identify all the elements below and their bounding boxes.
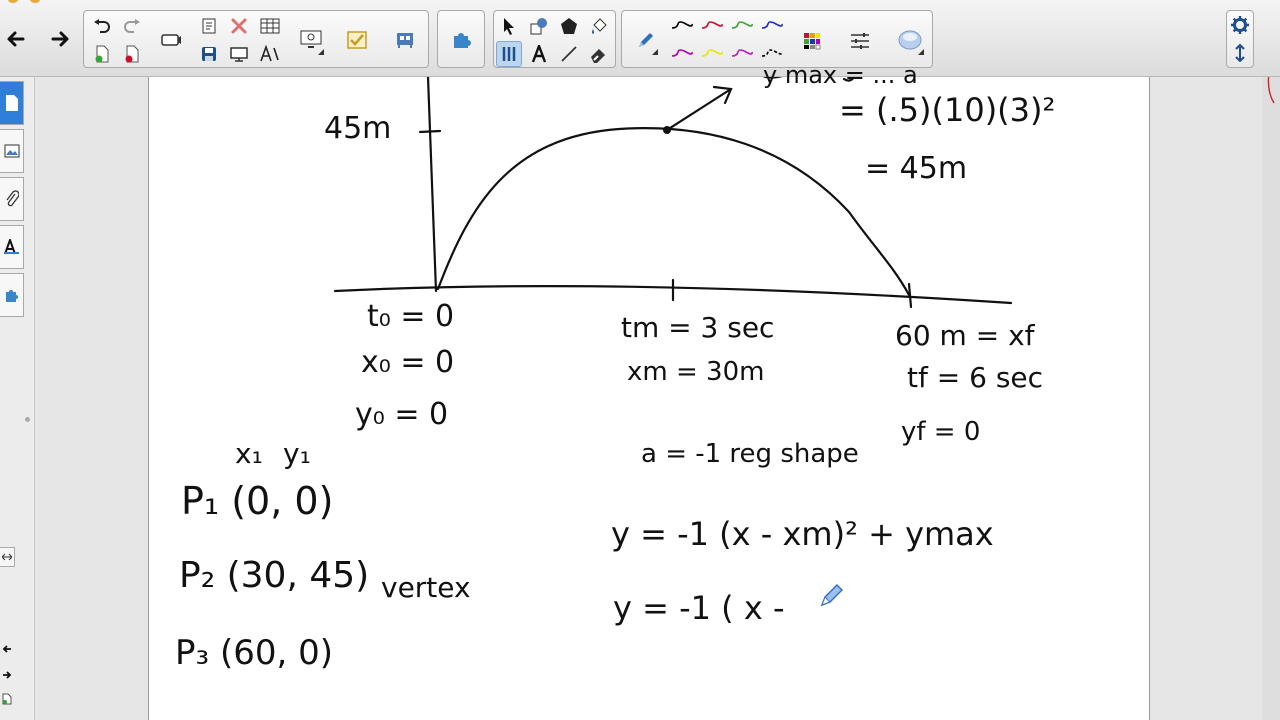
line-tool-icon[interactable]: [556, 41, 582, 67]
new-page-icon[interactable]: [90, 42, 114, 66]
label-tf: tf = 6 sec: [907, 361, 1044, 394]
pens-toolbar-group: [621, 10, 933, 68]
attachments-tab[interactable]: [0, 177, 24, 221]
pen-color-yellow-icon[interactable]: [698, 43, 726, 65]
text-tool-icon[interactable]: [526, 41, 552, 67]
highlighter-icon[interactable]: [632, 23, 660, 57]
move-toolbar-icon[interactable]: [1229, 41, 1251, 65]
edit-toolbar-group: [83, 10, 429, 68]
handwriting-recognition-icon[interactable]: [256, 42, 284, 66]
pen-color-blue-icon[interactable]: [758, 15, 786, 37]
label-xf: 60 m = xf: [895, 319, 1035, 352]
save-icon[interactable]: [196, 42, 222, 66]
main-toolbar: [0, 0, 1280, 77]
pen-color-magenta-icon[interactable]: [728, 43, 756, 65]
side-tabs: [0, 77, 35, 720]
tools-toolbar-group: [493, 10, 616, 68]
gallery-tab[interactable]: [0, 129, 24, 173]
add-ons-tab[interactable]: [0, 273, 24, 317]
side-forward-arrow-icon[interactable]: [0, 667, 14, 683]
document-camera-icon[interactable]: [296, 21, 326, 57]
label-t0: t₀ = 0: [367, 299, 455, 334]
gear-icon[interactable]: [1229, 13, 1251, 37]
add-ons-icon[interactable]: [390, 25, 420, 55]
calc-top-line: y max = ... a: [763, 61, 918, 89]
select-tool-icon[interactable]: [496, 13, 522, 39]
delete-icon[interactable]: [226, 14, 252, 38]
label-x0: x₀ = 0: [361, 345, 455, 380]
properties-tab[interactable]: [0, 225, 24, 269]
calc-line-1: = (.5)(10)(3)²: [839, 91, 1056, 129]
window-control-dot[interactable]: [8, 0, 18, 3]
fill-tool-icon[interactable]: [586, 13, 612, 39]
equation-in-progress: y = -1 ( x -: [613, 589, 785, 627]
point-p3: P₃ (60, 0): [175, 633, 333, 673]
header-x1: x₁: [235, 437, 263, 470]
side-back-arrow-icon[interactable]: [0, 641, 14, 657]
full-screen-icon[interactable]: [226, 42, 252, 66]
point-p1: P₁ (0, 0): [181, 479, 334, 523]
pen-color-black-icon[interactable]: [668, 15, 696, 37]
color-palette-icon[interactable]: [798, 27, 826, 55]
vertex-form-equation: y = -1 (x - xm)² + ymax: [611, 515, 994, 553]
label-yf: yf = 0: [901, 417, 981, 447]
window-control-dot[interactable]: [30, 0, 40, 3]
side-new-page-icon[interactable]: [0, 691, 14, 707]
eraser-tool-icon[interactable]: [586, 41, 612, 67]
polygon-tool-icon[interactable]: [556, 13, 582, 39]
shapes-tool-icon[interactable]: [526, 13, 552, 39]
resize-handle-dot[interactable]: [25, 417, 30, 422]
pen-color-purple-icon[interactable]: [668, 43, 696, 65]
gallery-toolbar-group: [437, 10, 485, 68]
header-y1: y₁: [283, 437, 311, 470]
label-45m: 45m: [324, 111, 392, 146]
shape-note: a = -1 reg shape: [641, 439, 859, 469]
table-icon[interactable]: [256, 14, 284, 38]
red-mark-icon: [1267, 77, 1275, 104]
label-xm: xm = 30m: [627, 357, 765, 387]
redo-icon[interactable]: [120, 14, 144, 38]
puzzle-icon[interactable]: [446, 24, 476, 54]
activity-builder-icon[interactable]: [342, 25, 372, 55]
open-file-icon[interactable]: [196, 14, 222, 38]
right-strip: [1262, 77, 1280, 720]
label-tm: tm = 3 sec: [621, 311, 775, 344]
point-p2: P₂ (30, 45): [179, 555, 370, 596]
undo-icon[interactable]: [90, 14, 114, 38]
line-style-icon[interactable]: [846, 27, 874, 55]
resize-sidebar-icon[interactable]: [0, 547, 15, 567]
screen-capture-icon[interactable]: [156, 27, 186, 53]
point-p2-note: vertex: [381, 571, 471, 604]
pen-tool-icon[interactable]: [496, 41, 522, 67]
forward-arrow-icon[interactable]: [48, 26, 74, 52]
settings-toolbar-group: [1226, 10, 1254, 68]
label-y0: y₀ = 0: [355, 397, 449, 432]
back-arrow-icon[interactable]: [2, 26, 28, 52]
pen-color-red-icon[interactable]: [698, 15, 726, 37]
whiteboard-page[interactable]: 45m y max = ... a = (.5)(10)(3)² = 45m t…: [148, 61, 1150, 720]
delete-page-icon[interactable]: [120, 42, 144, 66]
pen-cursor-icon: [819, 583, 845, 609]
pen-color-green-icon[interactable]: [728, 15, 756, 37]
calc-line-2: = 45m: [865, 151, 968, 186]
transparency-icon[interactable]: [894, 23, 926, 57]
page-sorter-tab[interactable]: [0, 81, 24, 125]
